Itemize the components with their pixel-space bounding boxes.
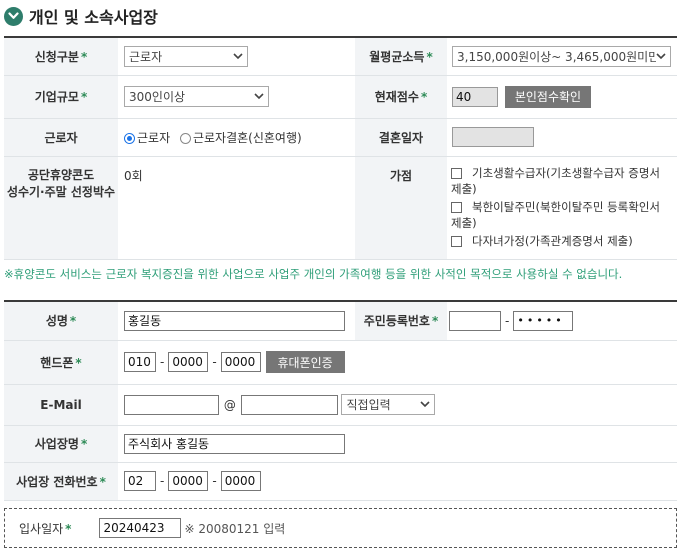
- personal-info-table: 성명 * 홍길동 주민등록번호 * - ••••• 핸드폰 * 010-0000-000…: [4, 300, 677, 501]
- email-domain-select[interactable]: 직접입력: [341, 394, 436, 415]
- current-score-label: 현재점수 *: [355, 75, 447, 119]
- phone-part1-input[interactable]: 010: [124, 352, 156, 372]
- checkbox-north-korean-defector[interactable]: [451, 201, 462, 213]
- monthly-income-label: 월평균소득 *: [355, 37, 447, 76]
- email-label: E-Mail: [4, 384, 118, 426]
- section-header: 개인 및 소속사업장: [4, 3, 158, 29]
- bonus-label: 가점: [355, 156, 447, 260]
- monthly-income-select[interactable]: 3,150,000원이상~ 3,465,000원미만: [452, 45, 671, 67]
- apply-type-label: 신청구분 *: [4, 37, 118, 76]
- worker-label: 근로자: [4, 118, 118, 157]
- radio-worker-marriage[interactable]: [179, 132, 191, 144]
- resident-number-label: 주민등록번호 *: [355, 301, 447, 341]
- resident-number-back-input[interactable]: •••••: [513, 310, 574, 331]
- join-date-box: 입사일자 * 20240423 ※ 20080121 입력: [4, 508, 677, 548]
- marriage-date-field: [452, 127, 534, 147]
- phone-part3-input[interactable]: 0000: [220, 352, 261, 372]
- company-name-label: 사업장명 *: [4, 425, 118, 463]
- checkbox-basic-living[interactable]: [451, 167, 462, 179]
- join-date-hint: ※ 20080121 입력: [184, 521, 286, 536]
- phone-part2-input[interactable]: 0000: [168, 352, 209, 372]
- company-size-select[interactable]: 300인이상: [124, 86, 269, 107]
- chevron-down-icon: [420, 400, 431, 410]
- email-at-sign: @: [223, 397, 236, 412]
- resort-count-value: 0회: [118, 156, 355, 260]
- name-label: 성명 *: [4, 301, 118, 341]
- company-phone-label: 사업장 전화번호 *: [4, 462, 118, 501]
- name-input[interactable]: 홍길동: [124, 310, 345, 331]
- application-info-table: 신청구분 * 근로자 월평균소득 * 3,150,000원이상~ 3,465,000…: [4, 36, 677, 260]
- apply-type-select[interactable]: 근로자: [124, 45, 248, 67]
- chevron-down-icon: [254, 92, 264, 102]
- resident-number-front-input[interactable]: [449, 310, 501, 331]
- company-name-input[interactable]: 주식회사 홍길동: [124, 433, 345, 454]
- check-score-button[interactable]: 본인점수확인: [504, 85, 592, 108]
- marriage-date-label: 결혼일자: [355, 118, 447, 157]
- company-phone-part3-input[interactable]: 0000: [220, 471, 261, 491]
- bonus-item-basic-living: 기초생활수급자(기초생활수급자 증명서 제출): [451, 165, 661, 196]
- checkbox-multi-child[interactable]: [451, 235, 462, 247]
- company-phone-part2-input[interactable]: 0000: [168, 471, 209, 491]
- email-local-input[interactable]: [124, 394, 219, 415]
- bonus-item-multi-child: 다자녀가정(가족관계증명서 제출): [451, 233, 677, 249]
- section-title: 개인 및 소속사업장: [29, 8, 158, 27]
- company-phone-part1-input[interactable]: 02: [124, 471, 156, 491]
- join-date-label: 입사일자 *: [19, 521, 72, 536]
- radio-worker-marriage-label[interactable]: 근로자결혼(신혼여행): [193, 131, 302, 145]
- chevron-down-icon: [233, 51, 243, 61]
- radio-worker-label[interactable]: 근로자: [137, 131, 170, 145]
- email-domain-input[interactable]: [240, 394, 338, 415]
- bonus-item-north-korean-defector: 북한이탈주민(북한이탈주민 등록확인서 제출): [451, 199, 661, 230]
- company-size-label: 기업규모 *: [4, 75, 118, 119]
- chevron-down-icon: [656, 51, 666, 61]
- chevron-down-icon[interactable]: [4, 6, 23, 26]
- radio-worker[interactable]: [124, 132, 135, 144]
- resort-count-label: 공단휴양콘도 성수기·주말 선정박수: [4, 156, 118, 260]
- phone-verify-button[interactable]: 휴대폰인증: [265, 351, 345, 373]
- join-date-input[interactable]: 20240423: [99, 518, 182, 538]
- usage-notice: ※휴양콘도 서비스는 근로자 복지증진을 위한 사업으로 사업주 개인의 가족여…: [4, 267, 623, 281]
- current-score-field: 40: [452, 86, 498, 107]
- phone-label: 핸드폰 *: [4, 340, 118, 385]
